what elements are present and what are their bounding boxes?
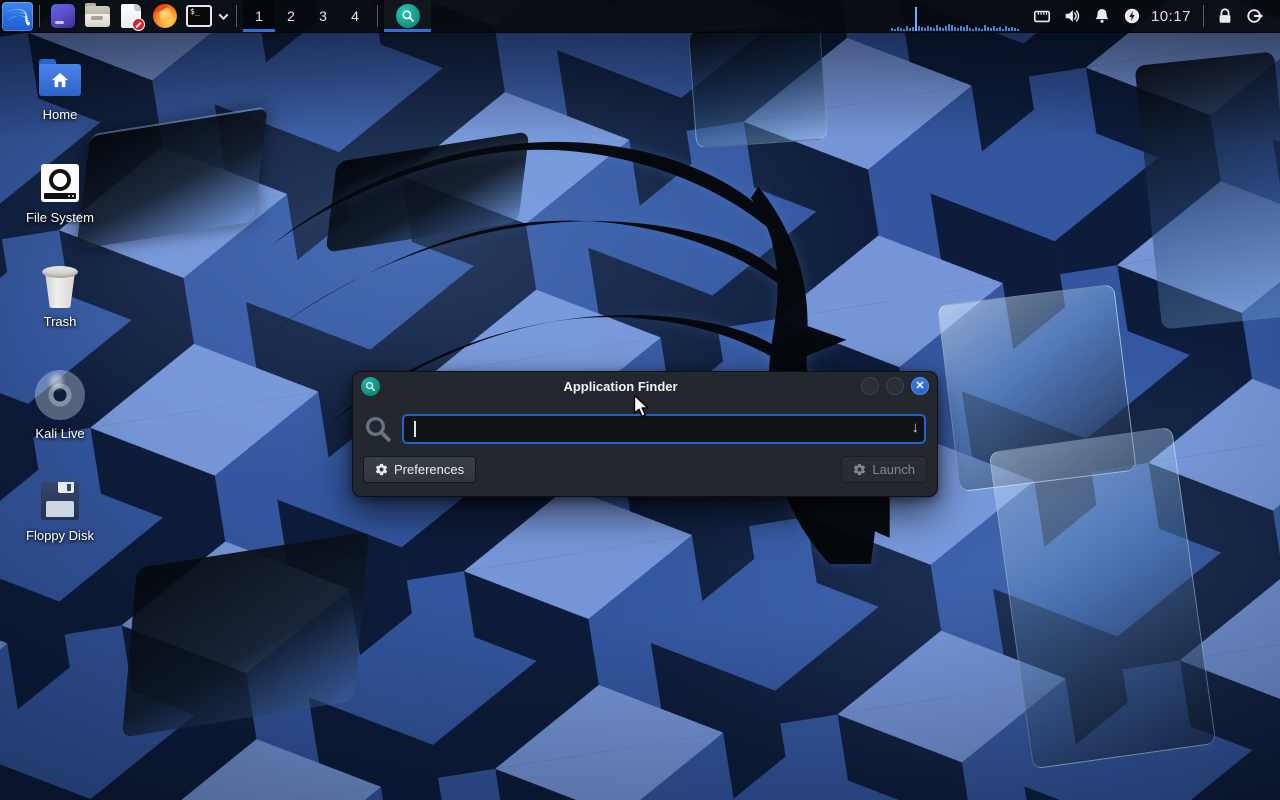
applications-menu-button[interactable] bbox=[2, 2, 33, 31]
close-icon: ✕ bbox=[915, 381, 924, 392]
desktop-icon-label: Home bbox=[43, 107, 78, 122]
workspace-2[interactable]: 2 bbox=[275, 0, 307, 32]
network-icon bbox=[1033, 7, 1051, 25]
launcher-file-manager[interactable] bbox=[80, 0, 114, 33]
desktop-icon-floppy-disk[interactable]: Floppy Disk bbox=[10, 479, 110, 543]
mouse-cursor bbox=[633, 394, 651, 419]
launch-button[interactable]: Launch bbox=[841, 456, 927, 483]
workspace-4[interactable]: 4 bbox=[339, 0, 371, 32]
clock[interactable]: 10:17 bbox=[1151, 8, 1191, 25]
cpu-graph[interactable] bbox=[891, 0, 1021, 32]
panel-left-group: $_ 1 2 3 4 bbox=[0, 0, 431, 32]
appfinder-window-icon bbox=[361, 377, 380, 396]
desktop-icon-file-system[interactable]: File System bbox=[10, 161, 110, 225]
panel-separator bbox=[1203, 5, 1204, 27]
workspace-3[interactable]: 3 bbox=[307, 0, 339, 32]
network-tray-button[interactable] bbox=[1030, 0, 1054, 33]
optical-disc-icon bbox=[35, 370, 85, 420]
lock-icon bbox=[1216, 7, 1234, 25]
notifications-tray-button[interactable] bbox=[1090, 0, 1114, 33]
launcher-web-browser[interactable] bbox=[148, 0, 182, 33]
firefox-icon bbox=[153, 4, 177, 28]
launch-label: Launch bbox=[872, 462, 915, 477]
minimize-button[interactable] bbox=[861, 377, 879, 395]
desktop-icon-home[interactable]: Home bbox=[10, 58, 110, 122]
panel-separator bbox=[39, 5, 40, 27]
maximize-button[interactable] bbox=[886, 377, 904, 395]
window-title: Application Finder bbox=[380, 379, 861, 394]
search-field-wrap: ↓ bbox=[402, 414, 926, 444]
panel-right-group: 10:17 bbox=[891, 0, 1280, 32]
volume-icon bbox=[1063, 7, 1081, 25]
workspace-switcher: 1 2 3 4 bbox=[243, 0, 371, 32]
power-manager-tray-button[interactable] bbox=[1120, 0, 1144, 33]
home-folder-icon bbox=[39, 64, 81, 96]
desktop-icon-label: File System bbox=[26, 210, 94, 225]
preferences-button[interactable]: Preferences bbox=[363, 456, 476, 483]
notifications-icon bbox=[1093, 7, 1111, 25]
desktop-icon-kali-live[interactable]: Kali Live bbox=[10, 369, 110, 441]
desktop-icon-label: Trash bbox=[44, 314, 77, 329]
dropdown-arrow-icon[interactable]: ↓ bbox=[912, 419, 920, 436]
desktop-icon-label: Floppy Disk bbox=[26, 528, 94, 543]
lock-screen-button[interactable] bbox=[1213, 0, 1237, 33]
launch-gear-icon bbox=[853, 463, 866, 476]
window-app-icon bbox=[51, 4, 75, 28]
desktop-icon-trash[interactable]: Trash bbox=[10, 265, 110, 329]
workspace-1[interactable]: 1 bbox=[243, 0, 275, 32]
power-icon bbox=[1123, 7, 1141, 25]
application-finder-window: Application Finder ✕ ↓ Preferences Launc… bbox=[352, 371, 938, 497]
preferences-label: Preferences bbox=[394, 462, 464, 477]
terminal-icon: $_ bbox=[186, 5, 212, 27]
document-edit-icon bbox=[121, 4, 141, 28]
floppy-disk-icon bbox=[41, 482, 79, 520]
taskbar-item-application-finder[interactable] bbox=[384, 0, 431, 32]
launcher-app-window[interactable] bbox=[46, 0, 80, 33]
panel-separator bbox=[377, 5, 378, 27]
filesystem-drive-icon bbox=[41, 164, 79, 202]
close-button[interactable]: ✕ bbox=[911, 377, 929, 395]
kali-logo-icon bbox=[6, 5, 30, 27]
gear-icon bbox=[375, 463, 388, 476]
folder-icon bbox=[85, 6, 110, 27]
top-panel: $_ 1 2 3 4 10:17 bbox=[0, 0, 1280, 33]
button-row: Preferences Launch bbox=[363, 456, 927, 483]
volume-tray-button[interactable] bbox=[1060, 0, 1084, 33]
logout-button[interactable] bbox=[1243, 0, 1267, 33]
text-caret bbox=[414, 421, 416, 437]
trash-icon bbox=[42, 266, 78, 308]
desktop-icon-label: Kali Live bbox=[35, 426, 84, 441]
window-controls: ✕ bbox=[861, 377, 929, 395]
launcher-text-editor[interactable] bbox=[114, 0, 148, 33]
appfinder-icon bbox=[396, 4, 420, 28]
search-input[interactable] bbox=[402, 414, 926, 444]
logout-icon bbox=[1246, 7, 1264, 25]
panel-separator bbox=[236, 5, 237, 27]
terminal-dropdown-button[interactable] bbox=[216, 0, 230, 33]
launcher-terminal[interactable]: $_ bbox=[182, 0, 216, 33]
search-icon bbox=[363, 414, 393, 444]
chevron-down-icon bbox=[218, 10, 228, 20]
